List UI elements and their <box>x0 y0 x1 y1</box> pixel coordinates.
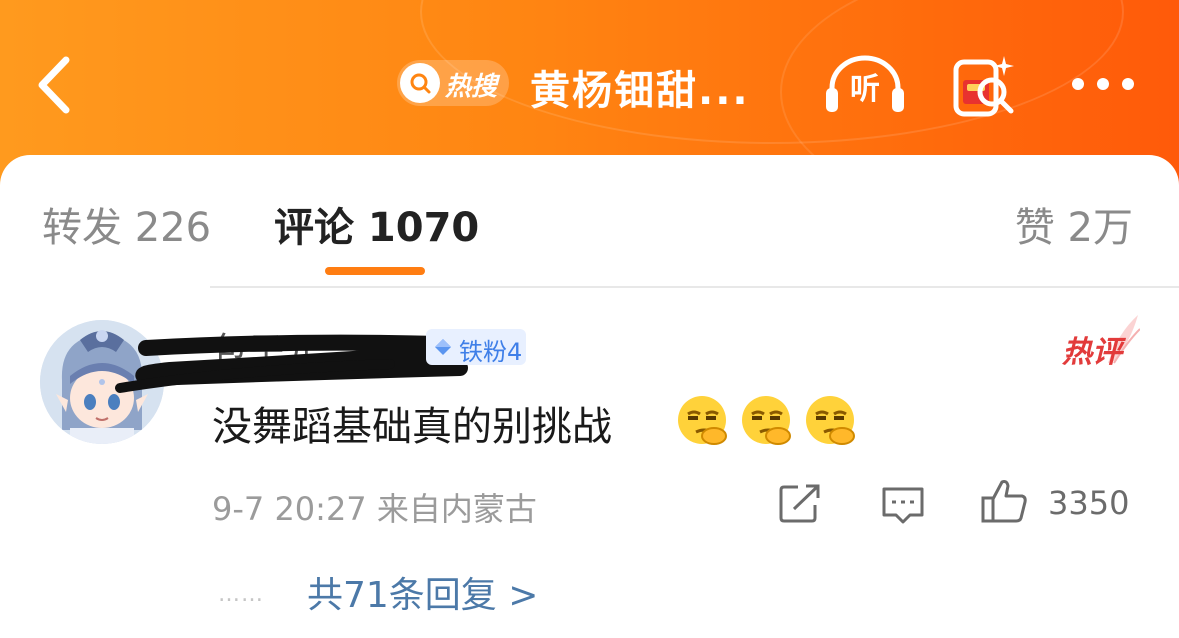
thumbs-up-icon <box>981 480 1027 523</box>
repost-button[interactable] <box>778 483 822 523</box>
like-count: 3350 <box>1048 484 1130 522</box>
red-packet-search-button[interactable] <box>948 50 1020 122</box>
fan-level-badge: 铁粉4 <box>426 329 526 366</box>
comment-icon <box>882 487 924 524</box>
hot-comment-badge: 热评 <box>1058 313 1140 370</box>
comment-meta: 9-7 20:27 来自内蒙古 <box>212 490 537 528</box>
search-icon <box>400 63 440 103</box>
back-icon <box>38 56 70 114</box>
more-icon <box>1072 78 1084 90</box>
more-button[interactable] <box>1068 72 1138 96</box>
comment-text: 没舞蹈基础真的别挑战 <box>212 404 612 450</box>
tab-repost[interactable]: 转发 226 <box>42 195 211 253</box>
listen-button[interactable]: 听 <box>822 54 908 116</box>
red-packet-search-icon <box>953 56 1014 117</box>
thinking-face-emoji <box>742 396 791 445</box>
diamond-icon <box>435 339 451 355</box>
replies-dots: …… <box>218 582 264 607</box>
like-button[interactable] <box>980 478 1028 524</box>
more-icon <box>1097 78 1109 90</box>
hot-comment-label: 热评 <box>1062 335 1122 370</box>
tab-like[interactable]: 赞 2万 <box>1015 195 1133 253</box>
fan-level-label: 铁粉4 <box>459 338 523 366</box>
hot-search-badge[interactable]: 热搜 <box>397 60 509 106</box>
tab-comment[interactable]: 评论 1070 <box>274 195 479 253</box>
listen-label: 听 <box>850 72 880 107</box>
page-title: 黄杨钿甜... <box>530 68 750 114</box>
thinking-face-emoji <box>678 396 727 445</box>
back-button[interactable] <box>30 50 90 120</box>
view-replies-link[interactable]: 共71条回复 > <box>307 566 538 618</box>
reply-button[interactable] <box>880 485 926 525</box>
share-icon <box>779 484 820 523</box>
hot-search-label: 热搜 <box>445 72 498 102</box>
divider <box>210 286 1179 288</box>
thinking-face-emoji <box>806 396 855 445</box>
more-icon <box>1122 78 1134 90</box>
active-tab-indicator <box>325 267 425 275</box>
